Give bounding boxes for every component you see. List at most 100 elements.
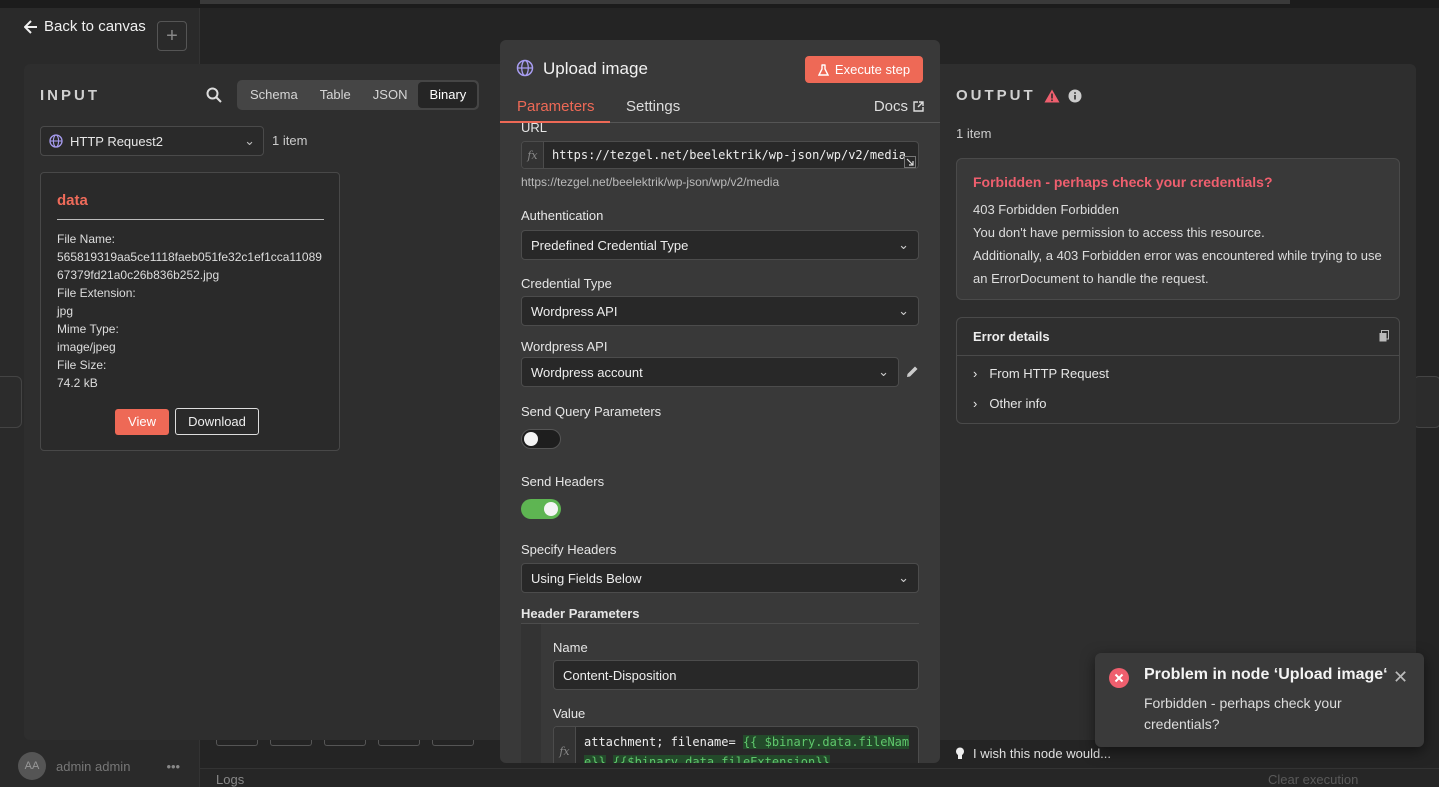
error-toast: Problem in node ‘Upload image‘ Forbidden… [1095, 653, 1424, 747]
file-name-value: 565819319aa5ce1118faeb051fe32c1ef1cca110… [57, 250, 322, 282]
mime-label: Mime Type: [57, 322, 119, 336]
prev-node-handle[interactable] [0, 376, 22, 428]
arrow-left-icon [24, 19, 37, 34]
binary-card: data File Name: 565819319aa5ce1118faeb05… [40, 172, 340, 451]
divider [521, 623, 919, 624]
send-headers-toggle[interactable] [521, 499, 561, 519]
specify-headers-select[interactable]: Using Fields Below ⌄ [521, 563, 919, 593]
file-ext-value: jpg [57, 304, 74, 318]
error-details-title: Error details [973, 329, 1050, 344]
search-icon[interactable] [206, 87, 222, 103]
input-node-name: HTTP Request2 [70, 133, 163, 149]
send-query-toggle[interactable] [521, 429, 561, 449]
execute-step-button[interactable]: Execute step [805, 56, 923, 83]
detail-row-other-info[interactable]: › Other info [973, 396, 1046, 411]
wordpress-credential-value: Wordpress account [531, 364, 643, 380]
chevron-down-icon: ⌄ [244, 133, 255, 148]
error-line: 403 Forbidden Forbidden [973, 202, 1119, 217]
error-message-box: Forbidden - perhaps check your credentia… [956, 158, 1400, 300]
credential-type-value: Wordpress API [531, 303, 618, 319]
fx-icon: fx [522, 142, 544, 168]
mime-value: image/jpeg [57, 340, 116, 354]
view-binary[interactable]: Binary [418, 82, 478, 108]
error-details-header: Error details [957, 318, 1399, 356]
error-line: Additionally, a 403 Forbidden error was … [973, 248, 1382, 286]
docs-label: Docs [873, 98, 908, 115]
download-button[interactable]: Download [175, 408, 259, 435]
back-to-canvas-link[interactable]: Back to canvas [24, 18, 146, 35]
error-title: Forbidden - perhaps check your credentia… [973, 174, 1273, 190]
wordpress-credential-select[interactable]: Wordpress account ⌄ [521, 357, 899, 387]
fx-icon: fx [554, 727, 576, 763]
chevron-down-icon: ⌄ [878, 364, 889, 379]
size-value: 74.2 kB [57, 376, 98, 390]
expand-icon[interactable] [904, 156, 916, 168]
node-tabs: Parameters Settings Docs [500, 95, 940, 123]
url-label: URL [521, 120, 548, 135]
output-title-row: OUTPUT [956, 87, 1082, 104]
add-button[interactable]: + [157, 21, 187, 51]
header-parameters-label: Header Parameters [521, 606, 640, 621]
authentication-value: Predefined Credential Type [531, 237, 689, 253]
execute-label: Execute step [834, 62, 911, 77]
external-link-icon [913, 101, 924, 112]
authentication-select[interactable]: Predefined Credential Type ⌄ [521, 230, 919, 260]
node-title[interactable]: Upload image [543, 59, 648, 79]
logs-label[interactable]: Logs [216, 772, 244, 787]
chevron-right-icon: › [973, 396, 978, 411]
user-menu[interactable]: AA admin admin ••• [18, 752, 180, 780]
header-name-value: Content-Disposition [563, 667, 677, 683]
detail-row-label: Other info [989, 396, 1047, 411]
url-value: https://tezgel.net/beelektrik/wp-json/wp… [552, 148, 907, 162]
node-parameters-panel: Upload image Execute step Parameters Set… [500, 40, 940, 763]
flask-icon [817, 63, 829, 76]
specify-headers-label: Specify Headers [521, 542, 617, 557]
clear-execution-button[interactable]: Clear execution [1268, 772, 1358, 787]
url-hint: https://tezgel.net/beelektrik/wp-json/wp… [521, 175, 780, 189]
view-table[interactable]: Table [309, 82, 362, 108]
chevron-down-icon: ⌄ [898, 303, 909, 318]
view-schema[interactable]: Schema [239, 82, 309, 108]
value-prefix: attachment; filename= [584, 735, 743, 749]
info-icon[interactable] [1068, 89, 1082, 103]
active-tab-indicator [500, 121, 610, 123]
send-query-label: Send Query Parameters [521, 404, 662, 419]
top-bar [0, 0, 1439, 8]
lightbulb-icon [956, 747, 964, 759]
logs-bar: Logs Clear execution [200, 768, 1439, 787]
credential-type-select[interactable]: Wordpress API ⌄ [521, 296, 919, 326]
header-name-label: Name [553, 640, 588, 655]
header-indent [521, 624, 541, 763]
authentication-label: Authentication [521, 208, 604, 223]
docs-link[interactable]: Docs [874, 98, 924, 115]
input-view-switcher: Schema Table JSON Binary [237, 80, 480, 110]
file-ext-label: File Extension: [57, 286, 136, 300]
tab-settings[interactable]: Settings [626, 98, 680, 115]
globe-icon [516, 59, 534, 77]
tab-parameters[interactable]: Parameters [517, 98, 595, 115]
specify-headers-value: Using Fields Below [531, 570, 642, 586]
error-details-box: Error details › From HTTP Request › Othe… [956, 317, 1400, 424]
input-title: INPUT [40, 87, 100, 104]
url-input[interactable]: fx https://tezgel.net/beelektrik/wp-json… [521, 141, 919, 169]
error-text: 403 Forbidden Forbidden You don't have p… [973, 198, 1383, 290]
pencil-icon[interactable] [905, 365, 919, 379]
close-icon[interactable]: ✕ [1393, 667, 1408, 688]
toast-message: Forbidden - perhaps check your credentia… [1144, 695, 1342, 732]
next-node-handle[interactable] [1413, 376, 1439, 428]
view-button[interactable]: View [115, 409, 169, 435]
feedback-link[interactable]: I wish this node would... [955, 746, 1111, 761]
more-icon[interactable]: ••• [166, 759, 180, 774]
output-item-count: 1 item [956, 126, 992, 141]
input-node-select[interactable]: HTTP Request2 ⌄ [40, 126, 264, 156]
header-name-input[interactable]: Content-Disposition [553, 660, 919, 690]
view-json[interactable]: JSON [362, 82, 419, 108]
avatar: AA [18, 752, 46, 780]
chevron-down-icon: ⌄ [898, 237, 909, 252]
copy-icon[interactable] [1379, 330, 1389, 342]
header-value-input[interactable]: fx attachment; filename= {{ $binary.data… [553, 726, 919, 763]
send-headers-label: Send Headers [521, 474, 605, 489]
globe-icon [49, 134, 63, 148]
detail-row-http-request[interactable]: › From HTTP Request [973, 366, 1109, 381]
warning-icon [1044, 89, 1060, 102]
